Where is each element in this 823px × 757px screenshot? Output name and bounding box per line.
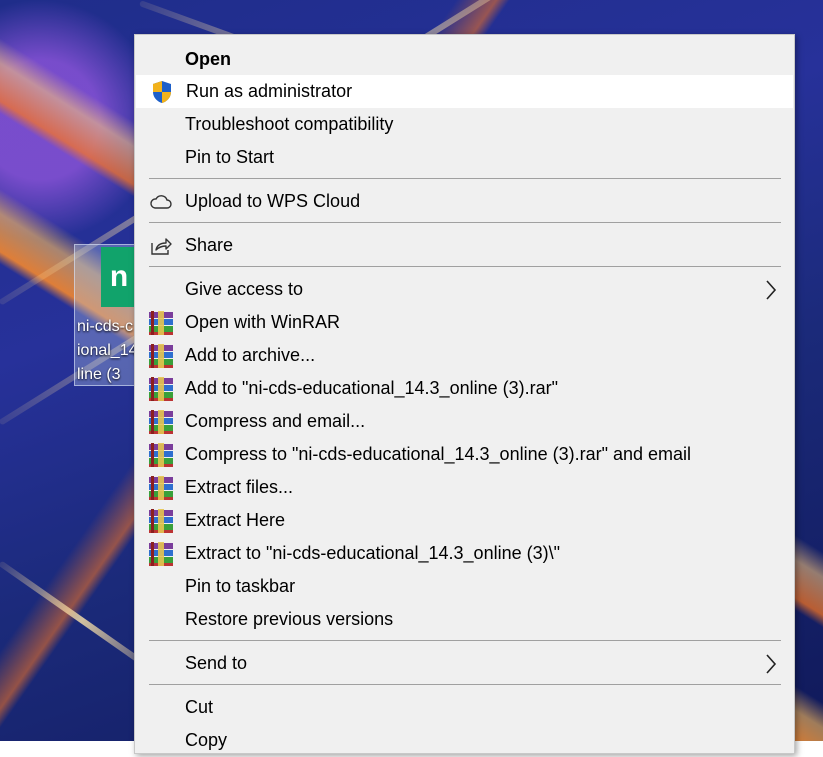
- ni-app-icon: n: [101, 247, 137, 307]
- winrar-icon: [149, 476, 173, 500]
- menu-item-label: Pin to Start: [185, 147, 275, 167]
- menu-separator: [149, 684, 781, 685]
- menu-item-extract-to-folder[interactable]: Extract to "ni-cds-educational_14.3_onli…: [135, 537, 792, 570]
- menu-item-open[interactable]: Open: [135, 43, 792, 76]
- winrar-icon: [149, 311, 173, 335]
- menu-separator: [149, 222, 781, 223]
- menu-item-give-access-to[interactable]: Give access to: [135, 273, 792, 306]
- menu-item-label: Pin to taskbar: [185, 576, 296, 596]
- cloud-icon: [149, 190, 173, 214]
- menu-item-label: Extract Here: [185, 510, 286, 530]
- menu-item-extract-files[interactable]: Extract files...: [135, 471, 792, 504]
- menu-item-label: Extract files...: [185, 477, 294, 497]
- menu-item-label: Run as administrator: [186, 81, 353, 101]
- winrar-icon: [149, 509, 173, 533]
- menu-separator: [149, 640, 781, 641]
- chevron-right-icon: [766, 654, 777, 674]
- winrar-icon: [149, 542, 173, 566]
- menu-item-cut[interactable]: Cut: [135, 691, 792, 724]
- menu-item-upload-to-wps-cloud[interactable]: Upload to WPS Cloud: [135, 185, 792, 218]
- menu-item-label: Add to "ni-cds-educational_14.3_online (…: [185, 378, 558, 398]
- menu-item-label: Add to archive...: [185, 345, 316, 365]
- menu-item-label: Send to: [185, 653, 248, 673]
- menu-item-share[interactable]: Share: [135, 229, 792, 262]
- menu-item-label: Compress and email...: [185, 411, 366, 431]
- menu-item-label: Troubleshoot compatibility: [185, 114, 394, 134]
- menu-item-compress-and-email[interactable]: Compress and email...: [135, 405, 792, 438]
- menu-item-troubleshoot-compatibility[interactable]: Troubleshoot compatibility: [135, 108, 792, 141]
- menu-item-label: Upload to WPS Cloud: [185, 191, 361, 211]
- menu-item-send-to[interactable]: Send to: [135, 647, 792, 680]
- chevron-right-icon: [766, 280, 777, 300]
- menu-item-label: Cut: [185, 697, 214, 717]
- menu-item-label: Give access to: [185, 279, 304, 299]
- menu-item-extract-here[interactable]: Extract Here: [135, 504, 792, 537]
- menu-item-label: Share: [185, 235, 234, 255]
- menu-item-label: Compress to "ni-cds-educational_14.3_onl…: [185, 444, 692, 464]
- context-menu: Open Run as administrator Troubleshoot c…: [134, 34, 795, 754]
- menu-item-open-with-winrar[interactable]: Open with WinRAR: [135, 306, 792, 339]
- menu-item-label: Restore previous versions: [185, 609, 394, 629]
- winrar-icon: [149, 377, 173, 401]
- share-icon: [149, 234, 173, 258]
- winrar-icon: [149, 443, 173, 467]
- desktop-file-caption: ni-cds-c ional_14 line (3: [77, 318, 138, 383]
- menu-item-label: Extract to "ni-cds-educational_14.3_onli…: [185, 543, 560, 563]
- menu-item-pin-to-start[interactable]: Pin to Start: [135, 141, 792, 174]
- winrar-icon: [149, 344, 173, 368]
- winrar-icon: [149, 410, 173, 434]
- menu-item-run-as-administrator[interactable]: Run as administrator: [136, 75, 793, 108]
- menu-item-label: Open: [185, 49, 232, 69]
- menu-item-add-to-rar[interactable]: Add to "ni-cds-educational_14.3_online (…: [135, 372, 792, 405]
- menu-item-pin-to-taskbar[interactable]: Pin to taskbar: [135, 570, 792, 603]
- menu-item-compress-to-rar-and-email[interactable]: Compress to "ni-cds-educational_14.3_onl…: [135, 438, 792, 471]
- menu-separator: [149, 266, 781, 267]
- menu-item-label: Open with WinRAR: [185, 312, 341, 332]
- desktop-file-icon[interactable]: n ni-cds-c ional_14 line (3: [74, 244, 138, 386]
- menu-item-restore-previous-versions[interactable]: Restore previous versions: [135, 603, 792, 636]
- menu-item-add-to-archive[interactable]: Add to archive...: [135, 339, 792, 372]
- menu-separator: [149, 178, 781, 179]
- uac-shield-icon: [150, 80, 174, 104]
